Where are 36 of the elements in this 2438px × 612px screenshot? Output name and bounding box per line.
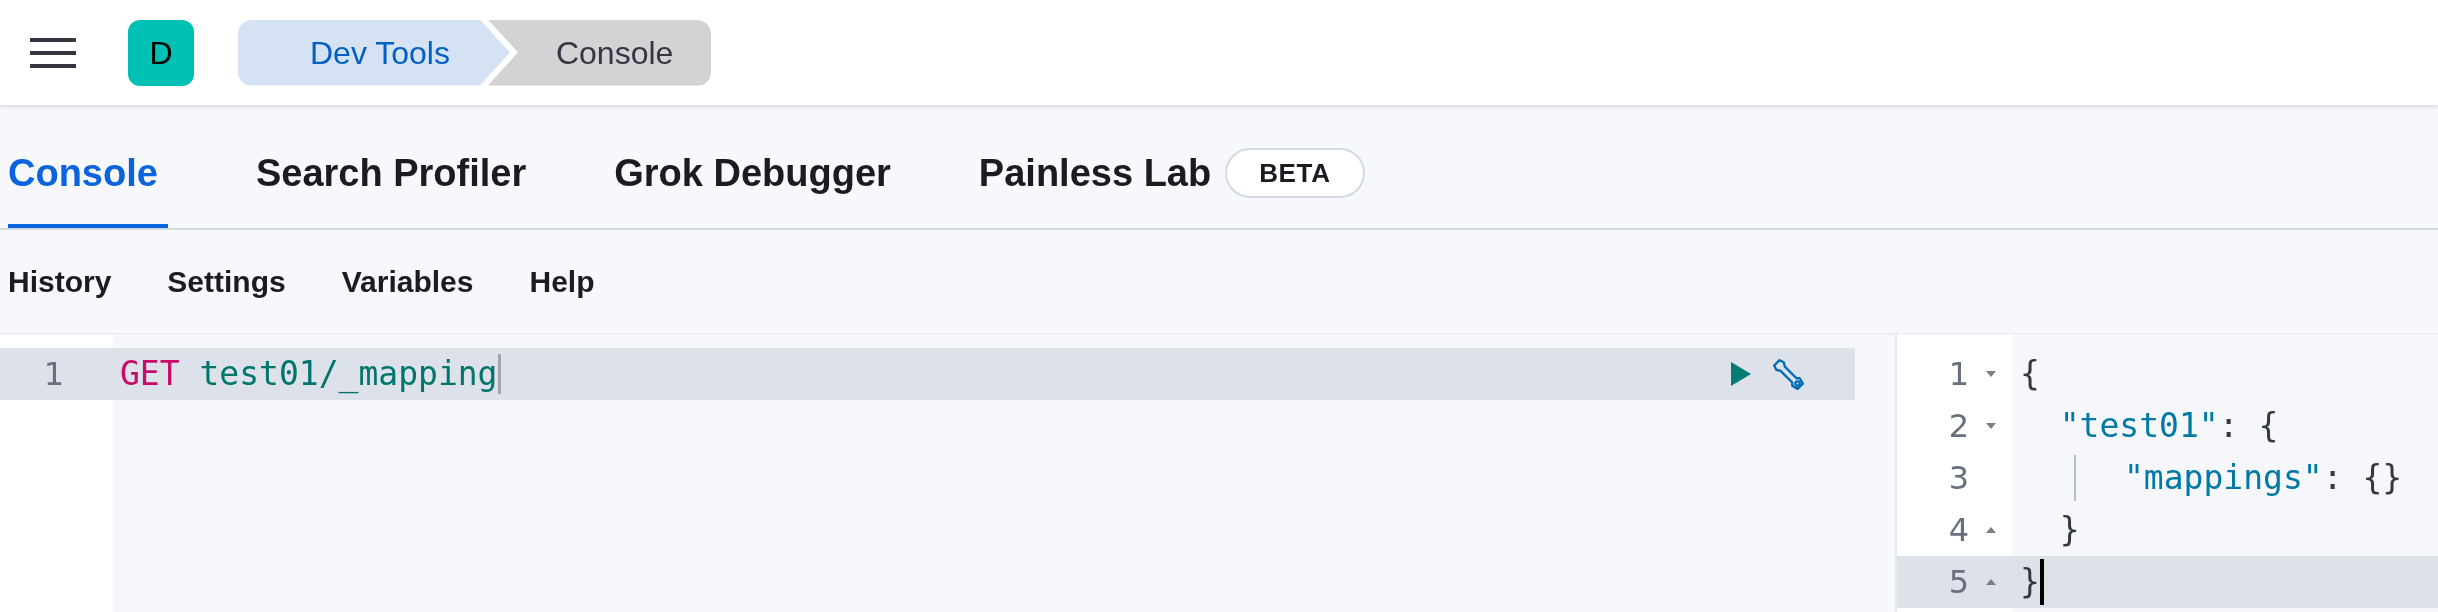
fold-down-icon[interactable] <box>1984 422 1997 430</box>
line-number: 1 <box>1947 354 1969 395</box>
code-token: "test01" <box>2058 405 2219 448</box>
menu-link[interactable]: Help <box>529 259 595 304</box>
menu-icon[interactable] <box>30 35 76 70</box>
text-cursor <box>497 354 501 394</box>
line-number: 2 <box>1947 406 1969 447</box>
fold-down-icon[interactable] <box>1984 370 1997 378</box>
code-token: GET <box>120 353 180 396</box>
code-token: "mappings" <box>2124 457 2323 500</box>
fold-up-icon[interactable] <box>1984 578 1997 586</box>
tab[interactable]: Grok Debugger <box>614 138 891 228</box>
tab[interactable]: Search Profiler <box>255 138 527 228</box>
code-token: } <box>2058 509 2080 552</box>
tab[interactable]: Console <box>8 138 168 228</box>
line-number: 5 <box>1947 562 1969 603</box>
menu-link[interactable]: Variables <box>341 259 474 304</box>
play-icon[interactable] <box>1729 361 1753 387</box>
code-token: : { <box>2218 405 2279 448</box>
beta-badge: BETA <box>1225 148 1365 198</box>
wrench-icon[interactable] <box>1771 357 1805 391</box>
avatar[interactable]: D <box>128 19 194 86</box>
line-number: 1 <box>42 354 64 395</box>
breadcrumb[interactable]: Dev Tools <box>238 19 510 86</box>
line-number: 4 <box>1947 510 1969 551</box>
code-token: : {} <box>2322 457 2403 500</box>
menu-link[interactable]: Settings <box>167 259 286 304</box>
code-token: } <box>2020 561 2040 604</box>
fold-up-icon[interactable] <box>1984 526 1997 534</box>
text-cursor <box>2039 559 2044 605</box>
tab[interactable]: Painless Lab <box>978 138 1212 228</box>
line-number: 3 <box>1947 458 1969 499</box>
code-token: { <box>2020 353 2040 396</box>
menu-link[interactable]: History <box>8 259 112 304</box>
code-token: test01/_mapping <box>198 353 498 396</box>
breadcrumb[interactable]: Console <box>487 19 712 86</box>
